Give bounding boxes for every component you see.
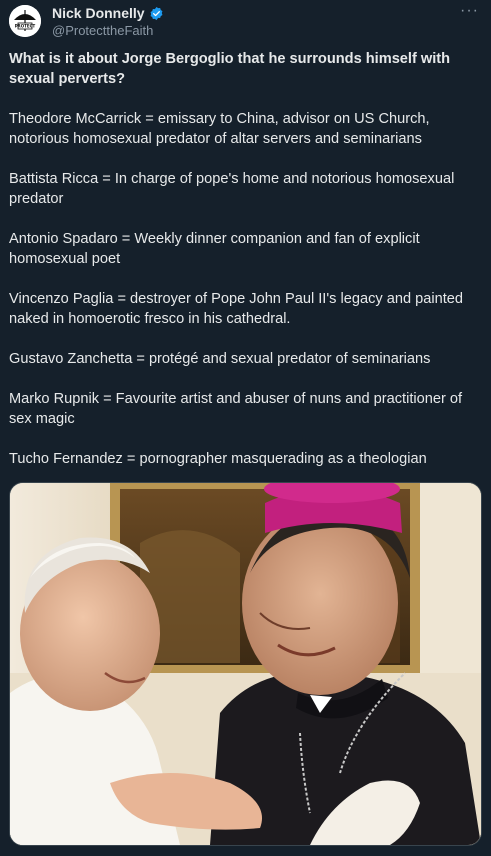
tweet-paragraph: Battista Ricca = In charge of pope's hom…: [9, 171, 455, 207]
tweet-paragraph: Theodore McCarrick = emissary to China, …: [9, 111, 430, 147]
photo-illustration: [10, 483, 481, 845]
tweet-paragraph: Marko Rupnik = Favourite artist and abus…: [9, 391, 463, 427]
tweet-paragraph: Vincenzo Paglia = destroyer of Pope John…: [9, 291, 464, 327]
author-avatar[interactable]: PROTECT: [9, 5, 41, 37]
tweet-card: PROTECT Nick Donnelly @ProtecttheFaith ·…: [0, 0, 491, 856]
author-display-name[interactable]: Nick Donnelly: [52, 5, 145, 21]
tweet-photo[interactable]: [9, 482, 482, 846]
author-name-row: Nick Donnelly: [52, 5, 164, 21]
tweet-headline: What is it about Jorge Bergoglio that he…: [9, 51, 451, 87]
tweet-text: What is it about Jorge Bergoglio that he…: [9, 49, 479, 489]
more-options-icon[interactable]: ···: [460, 2, 479, 20]
verified-badge-icon: [149, 6, 164, 21]
tweet-paragraph: Gustavo Zanchetta = protégé and sexual p…: [9, 351, 431, 367]
avatar-logo-text: PROTECT: [15, 24, 36, 29]
tweet-paragraph: Antonio Spadaro = Weekly dinner companio…: [9, 231, 420, 267]
author-handle[interactable]: @ProtecttheFaith: [52, 23, 153, 38]
tweet-paragraph: Tucho Fernandez = pornographer masquerad…: [9, 451, 427, 467]
avatar-logo-icon: PROTECT: [9, 5, 41, 37]
